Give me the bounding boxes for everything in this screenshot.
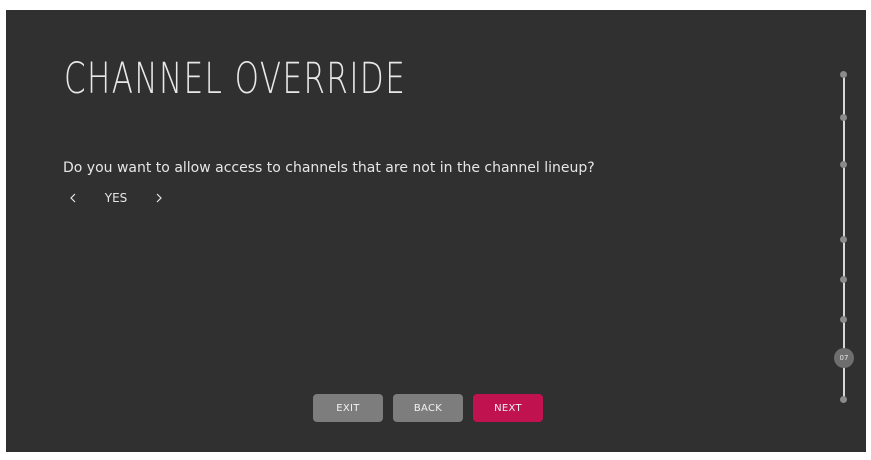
progress-step-dot [840,114,847,121]
question-text: Do you want to allow access to channels … [63,160,595,176]
progress-indicator: 07 [824,70,864,406]
selector-value: YES [104,191,128,205]
progress-step-dot [840,316,847,323]
option-selector[interactable]: YES [63,188,169,208]
back-button[interactable]: BACK [393,394,463,422]
setup-screen: CHANNEL OVERRIDE Do you want to allow ac… [6,10,866,452]
progress-step-dot [840,396,847,403]
progress-current-step: 07 [834,348,854,368]
progress-step-dot [840,276,847,283]
progress-step-dot [840,161,847,168]
chevron-right-icon[interactable] [149,188,169,208]
progress-step-dot [840,236,847,243]
page-title: CHANNEL OVERRIDE [64,54,407,104]
progress-step-dot [840,71,847,78]
chevron-left-icon[interactable] [63,188,83,208]
next-button[interactable]: NEXT [473,394,543,422]
exit-button[interactable]: EXIT [313,394,383,422]
